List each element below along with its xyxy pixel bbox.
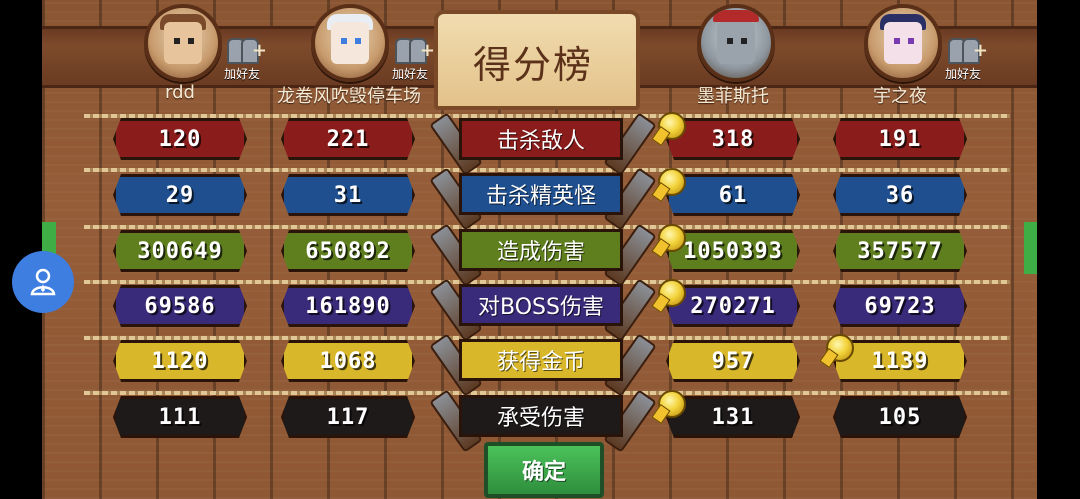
avatar-eye xyxy=(894,38,900,44)
rope xyxy=(84,168,654,172)
avatar-eye xyxy=(355,38,361,44)
category-label: 击杀精英怪 xyxy=(459,173,623,215)
player-name: 墨菲斯托 xyxy=(697,86,769,107)
score-cell: 221 xyxy=(281,118,415,160)
medal-icon xyxy=(658,168,686,196)
score-cell: 1120 xyxy=(113,340,247,382)
avatar-eye xyxy=(741,38,747,44)
avatar-eye xyxy=(908,38,914,44)
assistive-touch-button[interactable] xyxy=(12,251,74,313)
player-avatar xyxy=(311,4,389,82)
category-label: 击杀敌人 xyxy=(459,118,623,160)
add-friend-label: 加好友 xyxy=(391,67,428,81)
green-edge-right xyxy=(1024,222,1037,274)
avatar-face xyxy=(164,22,202,64)
medal-icon xyxy=(658,112,686,140)
rope xyxy=(650,280,1010,284)
score-cell: 31 xyxy=(281,174,415,216)
score-cell: 111 xyxy=(113,396,247,438)
score-cell: 105 xyxy=(833,396,967,438)
category-label: 获得金币 xyxy=(459,339,623,381)
plus-icon: + xyxy=(251,40,267,61)
score-cell: 69723 xyxy=(833,285,967,327)
score-cell: 957 xyxy=(666,340,800,382)
category-label: 对BOSS伤害 xyxy=(459,284,623,326)
score-cell: 650892 xyxy=(281,230,415,272)
score-cell: 357577 xyxy=(833,230,967,272)
left-letterbox xyxy=(0,0,42,499)
avatar-face xyxy=(884,22,922,64)
player-name: 宇之夜 xyxy=(873,86,927,107)
avatar-helmet xyxy=(717,22,755,64)
score-cell: 29 xyxy=(113,174,247,216)
score-cell: 120 xyxy=(113,118,247,160)
rope xyxy=(650,168,1010,172)
rope xyxy=(650,225,1010,229)
add-friend-label: 加好友 xyxy=(223,67,260,81)
medal-icon xyxy=(658,390,686,418)
score-cell: 300649 xyxy=(113,230,247,272)
medal-icon xyxy=(826,334,854,362)
player-name: 龙卷风吹毁停车场 xyxy=(277,86,421,107)
score-cell: 318 xyxy=(666,118,800,160)
category-label: 承受伤害 xyxy=(459,395,623,437)
medal-icon xyxy=(658,224,686,252)
avatar-eye xyxy=(341,38,347,44)
plus-icon: + xyxy=(972,40,988,61)
confirm-button[interactable]: 确定 xyxy=(484,442,604,498)
plus-icon: + xyxy=(419,40,435,61)
avatar-eye xyxy=(174,38,180,44)
rope xyxy=(650,391,1010,395)
person-icon xyxy=(30,268,56,296)
avatar-face xyxy=(331,22,369,64)
score-cell: 36 xyxy=(833,174,967,216)
score-cell: 270271 xyxy=(666,285,800,327)
score-cell: 161890 xyxy=(281,285,415,327)
player-avatar xyxy=(864,4,942,82)
scoreboard-screen: 得分榜 + 加好友 rdd + 加好友 龙卷风吹毁停车场 墨菲斯托 + 加好友 … xyxy=(0,0,1080,499)
player-avatar xyxy=(144,4,222,82)
category-label: 造成伤害 xyxy=(459,229,623,271)
score-cell: 1068 xyxy=(281,340,415,382)
score-cell: 117 xyxy=(281,396,415,438)
avatar-eye xyxy=(188,38,194,44)
player-name: rdd xyxy=(165,82,195,103)
avatar-plume xyxy=(713,10,759,22)
score-cell: 69586 xyxy=(113,285,247,327)
score-cell: 1050393 xyxy=(666,230,800,272)
right-letterbox xyxy=(1037,0,1080,499)
rope xyxy=(650,114,1010,118)
page-title: 得分榜 xyxy=(472,43,593,87)
player-avatar xyxy=(697,4,775,82)
add-friend-label: 加好友 xyxy=(944,67,981,81)
score-cell: 61 xyxy=(666,174,800,216)
medal-icon xyxy=(658,279,686,307)
score-cell: 191 xyxy=(833,118,967,160)
score-cell: 131 xyxy=(666,396,800,438)
avatar-eye xyxy=(727,38,733,44)
